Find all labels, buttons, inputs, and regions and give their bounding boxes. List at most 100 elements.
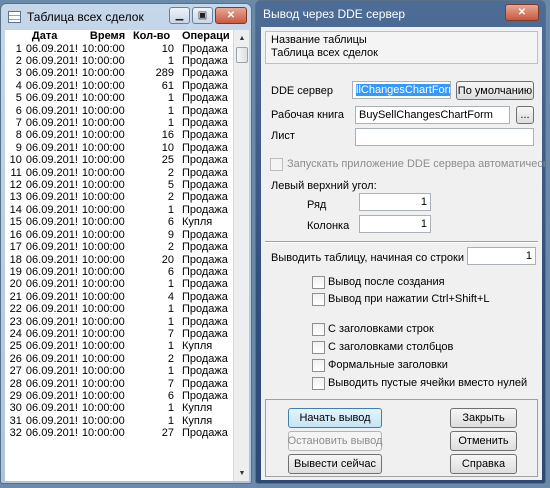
output-on-hotkey-checkbox[interactable] — [312, 293, 325, 306]
row-number: 23 — [9, 315, 22, 328]
table-row[interactable]: 29 06.09.201! 10:00:00 6 Продажа — [5, 390, 233, 402]
quantity-cell: 2 — [167, 352, 174, 365]
table-header: Дата Время Кол-во Операци — [5, 30, 233, 42]
sheet-input[interactable] — [355, 128, 534, 146]
operation-cell: Купля — [181, 402, 213, 415]
column-headers-checkbox[interactable] — [312, 341, 325, 354]
operation-cell: Продажа — [181, 55, 228, 68]
table-row[interactable]: 21 06.09.201! 10:00:00 4 Продажа — [5, 291, 233, 303]
column-input[interactable]: 1 — [359, 215, 431, 233]
date-cell: 06.09.201! — [25, 402, 78, 415]
stop-output-button[interactable]: Остановить вывод — [288, 431, 382, 451]
default-button[interactable]: По умолчанию — [456, 81, 534, 100]
table-row[interactable]: 16 06.09.201! 10:00:00 9 Продажа — [5, 229, 233, 241]
time-cell: 10:00:00 — [81, 414, 125, 427]
start-row-label: Выводить таблицу, начиная со строки — [271, 252, 464, 264]
table-row[interactable]: 14 06.09.201! 10:00:00 1 Продажа — [5, 204, 233, 216]
start-row-input[interactable]: 1 — [467, 247, 536, 265]
table-row[interactable]: 28 06.09.201! 10:00:00 7 Продажа — [5, 377, 233, 390]
operation-cell: Продажа — [181, 389, 228, 402]
quantity-cell: 1 — [167, 303, 174, 316]
table-row[interactable]: 4 06.09.201! 10:00:00 61 Продажа — [5, 80, 233, 92]
operation-cell: Продажа — [181, 427, 228, 440]
quantity-cell: 1 — [167, 402, 174, 415]
output-after-create-checkbox[interactable] — [312, 276, 325, 289]
scroll-down-arrow-icon[interactable]: ▼ — [234, 465, 250, 481]
table-row[interactable]: 27 06.09.201! 10:00:00 1 Продажа — [5, 365, 233, 377]
column-header-quantity[interactable]: Кол-во — [131, 30, 180, 42]
table-row[interactable]: 12 06.09.201! 10:00:00 5 Продажа — [5, 179, 233, 191]
close-button[interactable]: Закрыть — [450, 408, 517, 428]
date-cell: 06.09.201! — [25, 315, 78, 328]
browse-button[interactable]: ... — [516, 106, 534, 124]
table-row[interactable]: 25 06.09.201! 10:00:00 1 Купля — [5, 340, 233, 352]
table-row[interactable]: 20 06.09.201! 10:00:00 1 Продажа — [5, 278, 233, 290]
table-row[interactable]: 5 06.09.201! 10:00:00 1 Продажа — [5, 92, 233, 104]
column-header-operation[interactable]: Операци — [180, 30, 233, 42]
table-row[interactable]: 22 06.09.201! 10:00:00 1 Продажа — [5, 303, 233, 315]
table-row[interactable]: 7 06.09.201! 10:00:00 1 Продажа — [5, 117, 233, 129]
help-button[interactable]: Справка — [450, 454, 517, 474]
table-row[interactable]: 6 06.09.201! 10:00:00 1 Продажа — [5, 104, 233, 117]
output-now-button[interactable]: Вывести сейчас — [288, 454, 382, 474]
column-label: Колонка — [307, 220, 350, 232]
table-row[interactable]: 32 06.09.201! 10:00:00 27 Продажа — [5, 427, 233, 439]
table-row[interactable]: 11 06.09.201! 10:00:00 2 Продажа — [5, 166, 233, 179]
vertical-scrollbar[interactable]: ▲ ▼ — [233, 30, 249, 481]
table-row[interactable]: 1 06.09.201! 10:00:00 10 Продажа — [5, 42, 233, 55]
row-number: 7 — [15, 117, 22, 130]
date-cell: 06.09.201! — [25, 92, 78, 105]
dde-titlebar[interactable]: Вывод через DDE сервер ✕ — [256, 1, 545, 27]
table-row[interactable]: 17 06.09.201! 10:00:00 2 Продажа — [5, 241, 233, 253]
formal-headers-checkbox[interactable] — [312, 359, 325, 372]
table-row[interactable]: 3 06.09.201! 10:00:00 289 Продажа — [5, 67, 233, 79]
scrollbar-thumb[interactable] — [236, 47, 248, 63]
close-window-button[interactable]: ✕ — [215, 7, 247, 24]
row-number: 10 — [9, 154, 22, 167]
deals-titlebar[interactable]: Таблица всех сделок ▁ ▣ ✕ — [1, 4, 251, 30]
minimize-button[interactable]: ▁ — [169, 7, 190, 24]
time-cell: 10:00:00 — [81, 117, 125, 130]
operation-cell: Продажа — [181, 241, 228, 254]
start-output-button[interactable]: Начать вывод — [288, 408, 382, 428]
column-header-index[interactable] — [5, 30, 24, 42]
table-row[interactable]: 2 06.09.201! 10:00:00 1 Продажа — [5, 55, 233, 67]
time-cell: 10:00:00 — [81, 402, 125, 415]
table-row[interactable]: 30 06.09.201! 10:00:00 1 Купля — [5, 402, 233, 414]
row-label: Ряд — [307, 199, 327, 211]
maximize-button[interactable]: ▣ — [192, 7, 213, 24]
table-row[interactable]: 18 06.09.201! 10:00:00 20 Продажа — [5, 253, 233, 266]
table-row[interactable]: 10 06.09.201! 10:00:00 25 Продажа — [5, 154, 233, 166]
empty-cells-checkbox[interactable] — [312, 377, 325, 390]
table-row[interactable]: 8 06.09.201! 10:00:00 16 Продажа — [5, 129, 233, 141]
column-header-date[interactable]: Дата — [24, 30, 80, 42]
cancel-button[interactable]: Отменить — [450, 431, 517, 451]
table-row[interactable]: 15 06.09.201! 10:00:00 6 Купля — [5, 216, 233, 228]
operation-cell: Продажа — [181, 265, 228, 278]
table-row[interactable]: 23 06.09.201! 10:00:00 1 Продажа — [5, 315, 233, 328]
row-number: 9 — [15, 141, 22, 154]
table-row[interactable]: 9 06.09.201! 10:00:00 10 Продажа — [5, 142, 233, 154]
close-icon: ✕ — [517, 7, 527, 18]
scroll-up-arrow-icon[interactable]: ▲ — [234, 30, 250, 46]
table-row[interactable]: 31 06.09.201! 10:00:00 1 Купля — [5, 415, 233, 427]
column-header-time[interactable]: Время — [80, 30, 131, 42]
row-input[interactable]: 1 — [359, 193, 431, 211]
dde-server-input[interactable]: llChangesChartForm — [352, 81, 451, 99]
dialog-close-button[interactable]: ✕ — [505, 4, 539, 21]
date-cell: 06.09.201! — [25, 340, 78, 353]
date-cell: 06.09.201! — [25, 327, 78, 340]
table-row[interactable]: 13 06.09.201! 10:00:00 2 Продажа — [5, 191, 233, 203]
time-cell: 10:00:00 — [81, 315, 125, 328]
date-cell: 06.09.201! — [25, 42, 78, 55]
table-row[interactable]: 24 06.09.201! 10:00:00 7 Продажа — [5, 328, 233, 340]
autostart-checkbox[interactable] — [270, 158, 283, 171]
deals-table: Дата Время Кол-во Операци 1 06.09.201! 10:… — [5, 30, 233, 439]
workbook-input[interactable]: BuySellChangesChartForm — [355, 106, 510, 124]
table-row[interactable]: 19 06.09.201! 10:00:00 6 Продажа — [5, 266, 233, 278]
row-headers-checkbox[interactable] — [312, 323, 325, 336]
operation-cell: Продажа — [181, 253, 228, 266]
quantity-cell: 1 — [167, 278, 174, 291]
output-on-hotkey-label: Вывод при нажатии Ctrl+Shift+L — [328, 293, 490, 305]
table-row[interactable]: 26 06.09.201! 10:00:00 2 Продажа — [5, 353, 233, 365]
